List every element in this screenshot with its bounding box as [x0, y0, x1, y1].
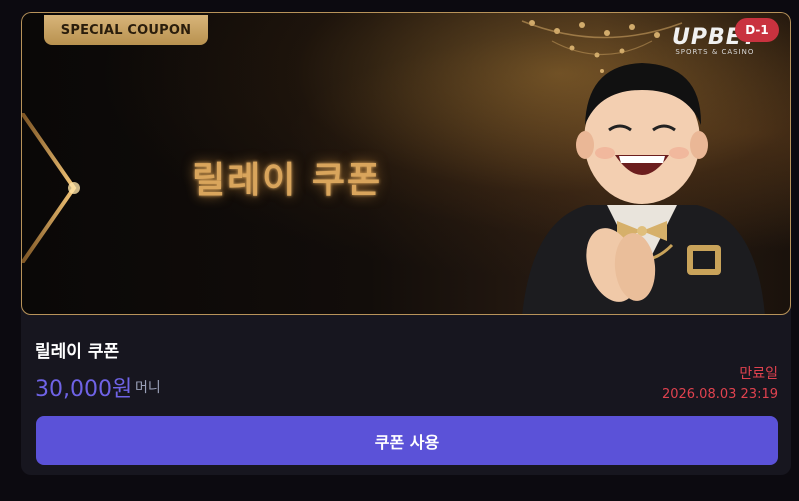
banner-title: 릴레이 쿠폰 [192, 160, 383, 201]
coupon-amount: 30,000원 [35, 377, 133, 402]
chevron-right-icon [22, 113, 80, 263]
coupon-unit: 머니 [135, 380, 161, 396]
special-coupon-badge: SPECIAL COUPON [44, 15, 208, 45]
coupon-name: 릴레이 쿠폰 [35, 342, 120, 362]
logo-sub-text: SPORTS & CASINO [675, 48, 755, 56]
coupon-card: SPECIAL COUPON 릴레이 쿠폰 UPBET SPORTS & CAS… [21, 12, 791, 475]
coupon-info: 릴레이 쿠폰 30,000원 머니 만료일 2026.08.03 23:19 쿠… [21, 315, 791, 475]
use-coupon-button[interactable]: 쿠폰 사용 [36, 416, 778, 465]
mascot-image [522, 63, 765, 314]
coupon-banner: SPECIAL COUPON 릴레이 쿠폰 UPBET SPORTS & CAS… [21, 12, 791, 315]
dday-badge: D-1 [735, 18, 779, 42]
expiry-label: 만료일 [739, 366, 778, 382]
expiry-date: 2026.08.03 23:19 [661, 387, 778, 402]
